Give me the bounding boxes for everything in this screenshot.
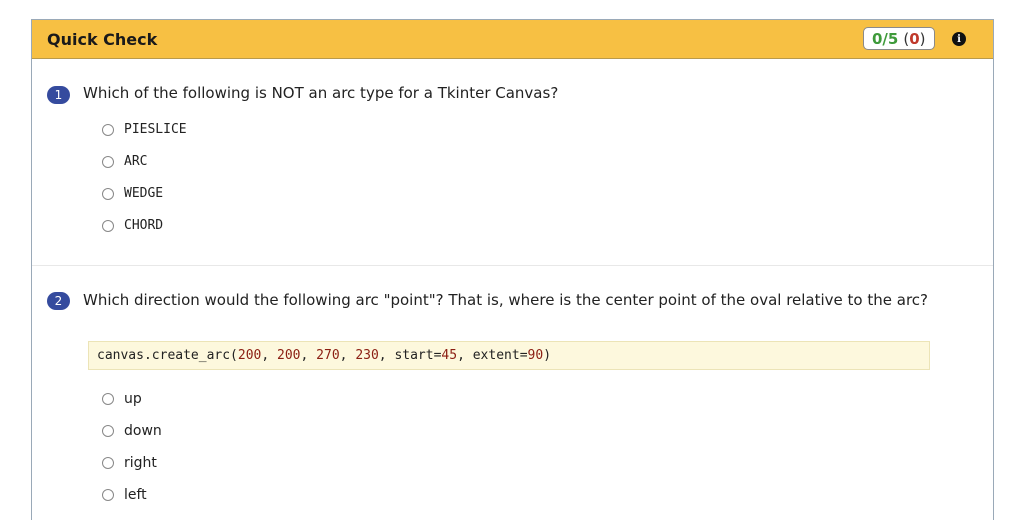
option-pieslice[interactable]: PIESLICE xyxy=(102,122,187,137)
option-chord[interactable]: CHORD xyxy=(102,218,163,233)
panel-title: Quick Check xyxy=(47,29,158,49)
question-number-badge: 2 xyxy=(47,292,70,310)
option-left[interactable]: left xyxy=(102,487,147,503)
option-label: WEDGE xyxy=(124,186,164,201)
code-prefix: canvas.create_arc( xyxy=(97,348,238,363)
option-right[interactable]: right xyxy=(102,455,157,471)
radio-button[interactable] xyxy=(102,457,114,469)
option-down[interactable]: down xyxy=(102,423,162,439)
code-snippet: canvas.create_arc(200, 200, 270, 230, st… xyxy=(88,341,930,370)
code-arg: 270 xyxy=(316,348,340,363)
code-suffix: ) xyxy=(543,348,552,363)
quick-check-header: Quick Check 0/5 (0) i xyxy=(32,20,993,59)
radio-button[interactable] xyxy=(102,187,114,200)
radio-button[interactable] xyxy=(102,219,114,232)
option-label: right xyxy=(124,455,157,471)
radio-button[interactable] xyxy=(102,425,114,437)
code-arg: 200 xyxy=(277,348,301,363)
option-label: CHORD xyxy=(124,218,164,233)
question-2: 2 Which direction would the following ar… xyxy=(32,266,993,526)
option-label: ARC xyxy=(124,154,148,169)
option-label: up xyxy=(124,391,142,407)
question-text: Which of the following is NOT an arc typ… xyxy=(83,84,559,102)
code-start-keyword: start= xyxy=(394,348,442,363)
option-arc[interactable]: ARC xyxy=(102,154,147,169)
radio-button[interactable] xyxy=(102,123,114,136)
option-label: PIESLICE xyxy=(124,122,187,137)
code-extent-keyword: extent= xyxy=(472,348,528,363)
question-1: 1 Which of the following is NOT an arc t… xyxy=(32,59,993,266)
info-icon[interactable]: i xyxy=(952,32,966,46)
code-extent-value: 90 xyxy=(527,348,544,363)
code-arg: 200 xyxy=(237,348,262,363)
score-correct: 0/5 xyxy=(872,29,899,48)
score-close-paren: ) xyxy=(919,29,926,48)
option-label: down xyxy=(124,423,162,439)
code-start-value: 45 xyxy=(441,348,458,363)
score-badge: 0/5 (0) xyxy=(863,27,935,50)
quick-check-panel: Quick Check 0/5 (0) i 1 Which of the fol… xyxy=(31,19,994,520)
score-wrong: 0 xyxy=(909,29,920,48)
option-label: left xyxy=(124,487,147,503)
code-arg: 230 xyxy=(355,348,379,363)
question-text: Which direction would the following arc … xyxy=(83,291,928,309)
option-wedge[interactable]: WEDGE xyxy=(102,186,163,201)
option-up[interactable]: up xyxy=(102,391,142,407)
question-number-badge: 1 xyxy=(47,86,70,104)
radio-button[interactable] xyxy=(102,393,114,405)
radio-button[interactable] xyxy=(102,155,114,168)
radio-button[interactable] xyxy=(102,489,114,501)
